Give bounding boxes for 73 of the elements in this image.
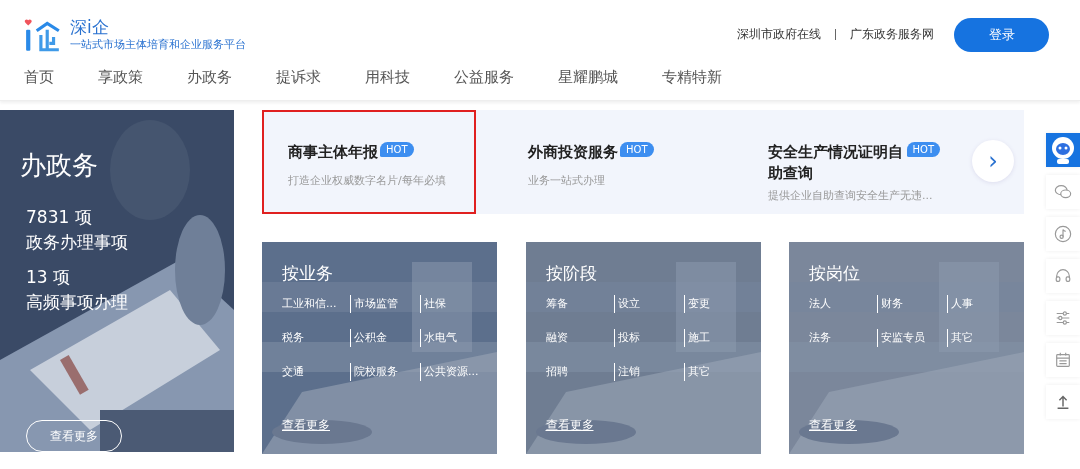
category-link[interactable]: 公共资源... (420, 363, 497, 381)
stat-label: 高频事项办理 (26, 291, 129, 314)
hot-badge: HOT (380, 142, 414, 157)
nav-item[interactable]: 专精特新 (662, 65, 722, 100)
nav-item[interactable]: 享政策 (98, 65, 143, 100)
category-link[interactable]: 人事 (947, 295, 1024, 313)
stat-label: 政务办理事项 (26, 231, 129, 254)
assistant-button[interactable] (1046, 133, 1080, 167)
more-link[interactable]: 查看更多 (545, 417, 761, 434)
back-to-top-button[interactable] (1046, 385, 1080, 419)
nav-item[interactable]: 提诉求 (276, 65, 321, 100)
music-button[interactable] (1046, 217, 1080, 251)
nav-item[interactable]: 用科技 (365, 65, 410, 100)
service-title: 安全生产情况证明自助查询 (768, 142, 904, 184)
category-link[interactable]: 法人 (809, 295, 877, 313)
wechat-icon (1054, 183, 1072, 201)
nav-item[interactable]: 首页 (24, 65, 54, 100)
category-link[interactable]: 社保 (420, 295, 497, 313)
nav-item[interactable]: 办政务 (187, 65, 232, 100)
hot-badge: HOT (906, 142, 940, 157)
site-slogan: 一站式市场主体培育和企业服务平台 (70, 37, 246, 52)
category-link[interactable]: 变更 (683, 295, 761, 313)
nav-item[interactable]: 星耀鹏城 (558, 65, 618, 100)
service-card[interactable]: 安全生产情况证明自助查询 HOT 提供企业自助查询安全生产无违... (742, 110, 942, 214)
category-link[interactable]: 法务 (809, 329, 877, 347)
service-card[interactable]: 商事主体年报 HOT 打造企业权威数字名片/每年必填 (262, 110, 476, 214)
service-title: 商事主体年报 (288, 142, 378, 163)
site-name: 深i企 (70, 17, 110, 37)
sliders-icon (1054, 309, 1072, 327)
category-link[interactable]: 交通 (282, 363, 350, 381)
stat-count: 13 项 (26, 266, 72, 289)
service-card[interactable]: 外商投资服务 HOT 业务一站式办理 (502, 110, 716, 214)
more-link[interactable]: 查看更多 (282, 417, 497, 434)
filter-button[interactable] (1046, 301, 1080, 335)
next-button[interactable]: › (972, 140, 1014, 182)
card-title: 按业务 (282, 262, 334, 285)
category-link[interactable]: 安监专员 (877, 329, 947, 347)
nav-item[interactable]: 公益服务 (454, 65, 514, 100)
category-link[interactable]: 注销 (613, 363, 684, 381)
top-link[interactable]: 深圳市政府在线 (737, 26, 821, 43)
support-button[interactable] (1046, 259, 1080, 293)
category-link[interactable]: 设立 (613, 295, 684, 313)
category-link[interactable]: 财务 (877, 295, 947, 313)
category-link[interactable]: 工业和信... (282, 295, 350, 313)
category-link[interactable]: 融资 (545, 329, 614, 347)
hot-badge: HOT (620, 142, 654, 157)
card-title: 按阶段 (545, 262, 598, 285)
category-link[interactable]: 公积金 (350, 329, 420, 347)
service-title: 外商投资服务 (528, 142, 618, 163)
top-link[interactable]: 广东政务服务网 (850, 26, 934, 43)
category-link[interactable]: 筹备 (545, 295, 614, 313)
category-link[interactable]: 税务 (282, 329, 350, 347)
category-link[interactable]: 招聘 (545, 363, 614, 381)
hero-title: 办政务 (20, 149, 99, 182)
calendar-button[interactable] (1046, 343, 1080, 377)
category-link[interactable]: 市场监管 (350, 295, 420, 313)
more-link[interactable]: 查看更多 (809, 417, 1024, 434)
category-link[interactable]: 院校服务 (350, 363, 420, 381)
music-note-icon (1054, 225, 1072, 243)
category-link[interactable]: 其它 (947, 329, 1024, 347)
category-link[interactable]: 水电气 (420, 329, 497, 347)
service-description: 打造企业权威数字名片/每年必填 (288, 173, 447, 188)
login-button[interactable]: 登录 (954, 17, 1049, 52)
headset-icon (1054, 267, 1072, 285)
wechat-button[interactable] (1046, 175, 1080, 209)
category-link[interactable]: 投标 (613, 329, 684, 347)
calendar-icon (1054, 351, 1072, 369)
stat-count: 7831 项 (26, 206, 93, 229)
service-description: 业务一站式办理 (528, 173, 606, 188)
card-title: 按岗位 (809, 262, 861, 285)
category-link[interactable]: 施工 (683, 329, 761, 347)
category-link[interactable]: 其它 (683, 363, 761, 381)
service-description: 提供企业自助查询安全生产无违... (768, 188, 934, 203)
